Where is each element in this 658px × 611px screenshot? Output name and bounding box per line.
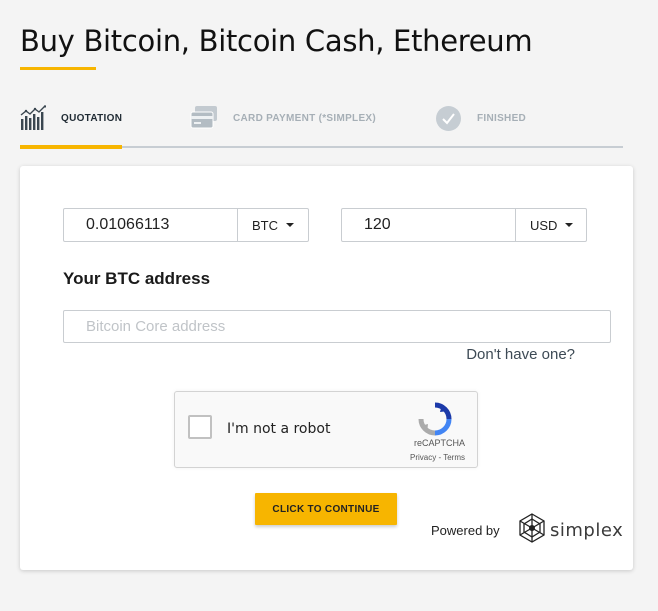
btc-address-input[interactable] xyxy=(63,310,611,343)
page-title: Buy Bitcoin, Bitcoin Cash, Ethereum xyxy=(20,24,533,58)
terms-link[interactable]: Terms xyxy=(443,453,465,462)
step-label: FINISHED xyxy=(477,112,527,124)
simplex-logo: simplex xyxy=(516,512,623,549)
step-quotation: QUOTATION xyxy=(20,100,122,136)
step-finished: FINISHED xyxy=(435,100,526,136)
crypto-amount-group: 0.01066113 BTC xyxy=(63,208,309,242)
quotation-card: 0.01066113 BTC 120 USD Your BTC address … xyxy=(20,166,633,570)
powered-by-label: Powered by xyxy=(431,523,500,538)
chevron-down-icon xyxy=(565,223,574,227)
chevron-down-icon xyxy=(286,223,294,227)
progress-steps: QUOTATION CARD PAYMENT (*SIMPLEX) FINISH… xyxy=(20,100,623,150)
simplex-emblem-icon xyxy=(516,512,548,549)
no-address-link[interactable]: Don't have one? xyxy=(466,346,575,363)
steps-active-indicator xyxy=(20,145,122,149)
credit-card-icon xyxy=(190,105,218,131)
continue-button[interactable]: CLICK TO CONTINUE xyxy=(255,493,397,525)
title-underline xyxy=(20,67,96,70)
checkmark-circle-icon xyxy=(435,105,462,132)
chart-icon xyxy=(20,105,47,131)
recaptcha-widget: I'm not a robot reCAPTCHA Privacy - Term… xyxy=(174,391,478,468)
crypto-currency-select[interactable]: BTC xyxy=(237,209,308,241)
crypto-amount-input[interactable]: 0.01066113 xyxy=(64,209,237,241)
step-label: CARD PAYMENT (*SIMPLEX) xyxy=(233,112,377,124)
simplex-wordmark: simplex xyxy=(550,520,624,541)
fiat-amount-group: 120 USD xyxy=(341,208,587,242)
captcha-checkbox[interactable] xyxy=(188,415,212,439)
recaptcha-brand: reCAPTCHA xyxy=(413,438,465,448)
address-label: Your BTC address xyxy=(63,269,211,288)
recaptcha-icon xyxy=(418,402,452,441)
fiat-currency-select[interactable]: USD xyxy=(515,209,586,241)
recaptcha-links: Privacy - Terms xyxy=(410,453,465,462)
fiat-currency-label: USD xyxy=(530,217,558,233)
step-label: QUOTATION xyxy=(61,112,123,124)
fiat-amount-input[interactable]: 120 xyxy=(342,209,515,241)
captcha-label: I'm not a robot xyxy=(227,421,331,437)
step-card-payment: CARD PAYMENT (*SIMPLEX) xyxy=(190,100,376,136)
privacy-link[interactable]: Privacy xyxy=(410,453,436,462)
crypto-currency-label: BTC xyxy=(252,217,278,233)
